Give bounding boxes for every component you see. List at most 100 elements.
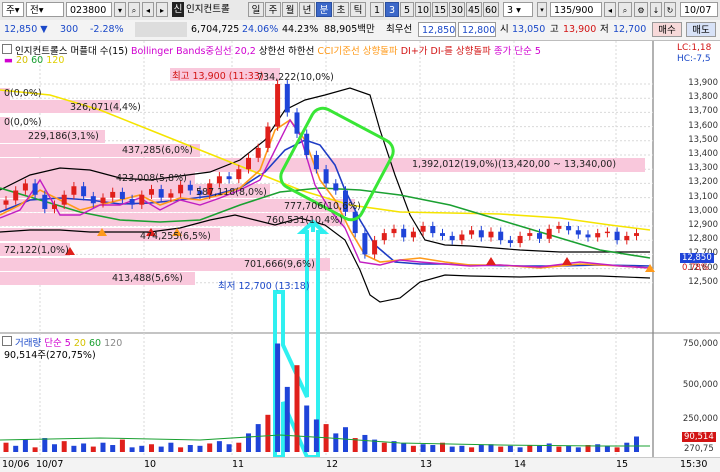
volume-bar bbox=[158, 446, 164, 452]
prev-arrow-icon[interactable]: ◂ bbox=[142, 2, 154, 17]
x-axis: 10/06 10/07 10 11 12 13 14 15 15:30 bbox=[0, 457, 720, 472]
legend-di: DI+가 DI-를 상향돌파 bbox=[400, 46, 491, 57]
period-tick-button[interactable]: 틱 bbox=[350, 2, 366, 17]
x-label: 15:30 bbox=[680, 459, 708, 470]
candle-body bbox=[265, 126, 271, 148]
volume-bar bbox=[139, 445, 145, 452]
volume-bar bbox=[333, 433, 339, 452]
candle-body bbox=[168, 193, 174, 198]
legend-lower: 하한선 bbox=[288, 46, 315, 57]
candle-body bbox=[323, 169, 329, 184]
period-minute-button[interactable]: 분 bbox=[316, 2, 332, 17]
open-label: 시 bbox=[500, 24, 509, 35]
buy-button[interactable]: 매수 bbox=[652, 22, 682, 37]
candle-body bbox=[449, 235, 455, 241]
ma120-label: 120 bbox=[46, 55, 65, 66]
interval-60-button[interactable]: 60 bbox=[483, 2, 499, 17]
candle-body bbox=[71, 186, 77, 195]
trade-amount: 88,905백만 bbox=[324, 24, 375, 35]
refresh-icon[interactable]: ↻ bbox=[664, 2, 676, 17]
zoom-icon[interactable]: ⌕ bbox=[618, 2, 632, 17]
candle-body bbox=[149, 189, 154, 195]
volume-bar bbox=[13, 445, 19, 452]
volume-bar bbox=[459, 445, 465, 452]
search-icon[interactable]: ⌕ bbox=[128, 2, 140, 17]
period-week-button[interactable]: 주 bbox=[265, 2, 281, 17]
hc-label: HC:-7,5 bbox=[677, 54, 711, 64]
code-input[interactable]: 023800 bbox=[66, 2, 112, 17]
interval-30-button[interactable]: 30 bbox=[449, 2, 465, 17]
interval-5-button[interactable]: 5 bbox=[400, 2, 414, 17]
best-bid: 12,800 bbox=[458, 22, 496, 37]
type2-select[interactable]: 전▾ bbox=[26, 2, 64, 17]
interval-1-button[interactable]: 1 bbox=[370, 2, 384, 17]
best-ask: 12,850 bbox=[418, 22, 456, 37]
volume-bar bbox=[110, 445, 116, 452]
profile-label: 587,118(8,0%) bbox=[196, 187, 267, 198]
volume-bar bbox=[61, 441, 67, 452]
candle-body bbox=[381, 233, 387, 241]
count-stepper-icon[interactable]: ◂ bbox=[604, 2, 616, 17]
arrow-down-icon[interactable]: ↓ bbox=[650, 2, 662, 17]
volume-bar bbox=[566, 445, 572, 452]
profile-label: 777,706(10,6%) bbox=[284, 201, 361, 212]
interval-10-button[interactable]: 10 bbox=[415, 2, 431, 17]
volume-bar bbox=[517, 447, 523, 452]
low-value: 12,700 bbox=[613, 24, 647, 35]
toolbar-row-1: 주▾ 전▾ 023800 ▾ ⌕ ◂ ▸ 신 인지컨트롤 일 주 월 년 분 초… bbox=[0, 0, 720, 21]
volume-bar bbox=[624, 442, 630, 452]
period-day-button[interactable]: 일 bbox=[248, 2, 264, 17]
code-search-icon[interactable]: ▾ bbox=[114, 2, 126, 17]
volume-bar bbox=[595, 444, 601, 452]
high-label: 고 bbox=[550, 24, 559, 35]
candle-body bbox=[13, 190, 19, 201]
x-label: 13 bbox=[420, 459, 433, 470]
candle-body bbox=[546, 228, 552, 239]
volume-bar bbox=[71, 445, 77, 452]
price-tick: 12,500 bbox=[688, 276, 718, 287]
type-select[interactable]: 주▾ bbox=[2, 2, 24, 17]
candle-body bbox=[517, 235, 523, 244]
candle-body bbox=[507, 240, 513, 244]
ma20-label: 20 bbox=[16, 55, 29, 66]
interval-3-button[interactable]: 3 bbox=[385, 2, 399, 17]
interval-15-button[interactable]: 15 bbox=[432, 2, 448, 17]
settings-icon[interactable]: ⚙ bbox=[634, 2, 648, 17]
candle-body bbox=[634, 233, 639, 236]
date-input[interactable]: 10/07 bbox=[680, 2, 718, 17]
sell-button[interactable]: 매도 bbox=[686, 22, 716, 37]
profile-label: 701,666(9,6%) bbox=[244, 259, 315, 270]
low-note: 최저 12,700 (13:18) bbox=[218, 281, 310, 292]
candle-body bbox=[139, 194, 145, 205]
candle-body bbox=[226, 176, 232, 180]
candle-body bbox=[537, 233, 542, 239]
period-second-button[interactable]: 초 bbox=[333, 2, 349, 17]
candle-body bbox=[61, 194, 67, 205]
period-month-button[interactable]: 월 bbox=[282, 2, 298, 17]
candle-body bbox=[566, 226, 572, 231]
volume-bar bbox=[32, 447, 38, 452]
candle-body bbox=[313, 155, 319, 170]
candle-body bbox=[284, 84, 290, 113]
price-tag: 12,850 bbox=[680, 253, 714, 263]
legend-ma: 종가 단순 5 bbox=[493, 46, 541, 57]
candle-body bbox=[391, 228, 397, 234]
interval-45-button[interactable]: 45 bbox=[466, 2, 482, 17]
volume-bar bbox=[478, 445, 484, 452]
profile-label: 229,186(3,1%) bbox=[28, 131, 99, 142]
volume-tag: 90,514 bbox=[682, 432, 716, 442]
volume-bar bbox=[246, 433, 251, 452]
candle-body bbox=[488, 231, 494, 238]
interval-dropdown-icon[interactable]: ▾ bbox=[537, 2, 547, 17]
period-year-button[interactable]: 년 bbox=[299, 2, 315, 17]
candle-body bbox=[498, 231, 504, 241]
count-input[interactable]: 135/900 bbox=[550, 2, 602, 17]
candle-body bbox=[52, 204, 57, 209]
stock-name: 인지컨트롤 bbox=[186, 4, 230, 15]
interval-select[interactable]: 3 ▾ bbox=[503, 2, 533, 17]
volume-bar bbox=[420, 444, 426, 452]
candle-body bbox=[604, 231, 610, 234]
mini-chart bbox=[135, 22, 187, 37]
volume-bar bbox=[527, 445, 533, 452]
next-arrow-icon[interactable]: ▸ bbox=[156, 2, 168, 17]
